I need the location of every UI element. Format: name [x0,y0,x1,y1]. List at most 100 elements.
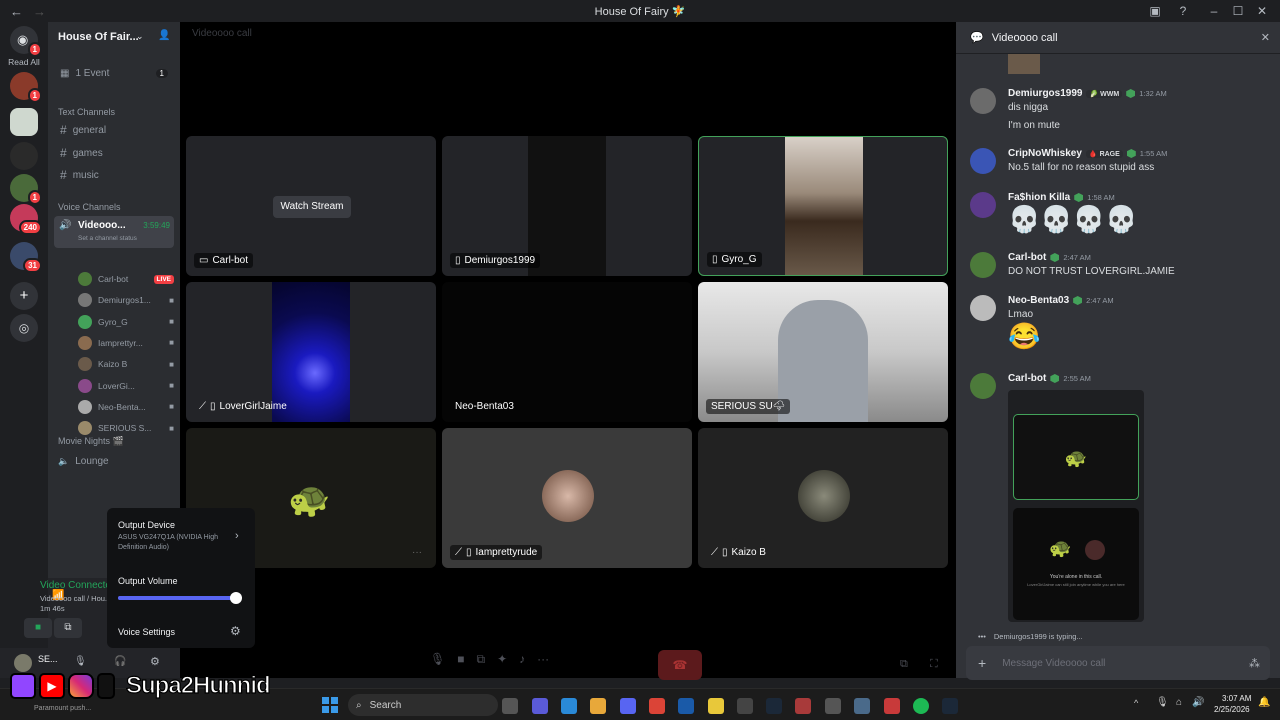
popout-icon[interactable]: ⧉ [900,658,908,671]
voice-category[interactable]: Voice Channels [58,202,121,212]
voice-user[interactable]: Gyro_G ■ [78,313,174,331]
events-item[interactable]: ▦ 1 Event 1 [54,63,174,83]
watch-stream-button[interactable]: Watch Stream [273,196,351,218]
more-icon[interactable]: ··· [537,652,549,667]
mic-icon[interactable]: 🎙 [74,656,87,667]
message-input[interactable]: Message Videoooo call [1002,658,1105,669]
teams-icon[interactable] [532,698,548,714]
avatar[interactable] [970,88,996,114]
volume-slider-handle[interactable] [229,592,242,604]
start-button[interactable] [322,697,338,713]
notification-icon[interactable]: 🔔 [1258,697,1270,708]
activities-icon[interactable]: ✦ [497,652,507,667]
close-window-button[interactable]: ✕ [1250,0,1274,22]
camera-icon[interactable]: ■ [457,652,464,667]
explorer-icon[interactable] [708,698,724,714]
output-device-value[interactable]: ASUS VG247Q1A (NVIDIA High Definition Au… [118,533,228,553]
voice-settings-label[interactable]: Voice Settings [118,627,175,637]
message-author[interactable]: Carl-bot [1008,252,1046,263]
message-author[interactable]: Fa$hion Killa [1008,192,1070,203]
channel-status-hint[interactable]: Set a channel status [78,235,137,242]
guild-tag[interactable]: 🥬 WWM [1086,89,1123,98]
settings-icon[interactable] [854,698,870,714]
video-tile-kaizo[interactable]: ⟋ ▯ Kaizo B [698,428,948,568]
chrome-icon[interactable] [649,698,665,714]
avatar[interactable] [970,192,996,218]
server-icon[interactable]: 31 [10,242,42,273]
voice-channel-active[interactable]: 🔊 Videooo... 3:59:49 Set a channel statu… [54,216,174,248]
taskbar-search[interactable]: ⌕ Search [348,694,498,716]
fullscreen-icon[interactable]: ⛶ [930,658,938,671]
more-icon[interactable]: ··· [412,547,422,558]
minimize-button[interactable]: – [1202,0,1226,22]
chevron-down-icon[interactable]: ⌄ [136,31,144,42]
mic-icon[interactable]: 🎙 [430,652,445,667]
voice-user[interactable]: Demiurgos1... ■ [78,291,174,309]
clock-time[interactable]: 3:07 AM [1222,694,1251,703]
help-icon[interactable]: ? [1176,4,1190,18]
home-button[interactable]: ◉ 1 [10,26,42,57]
discord-taskbar-icon[interactable] [620,698,636,714]
soundboard-icon[interactable]: ♪ [519,652,525,667]
chevron-right-icon[interactable]: › [235,530,239,542]
avatar[interactable] [970,252,996,278]
add-attachment-icon[interactable]: + [978,655,986,671]
photos-icon[interactable] [590,698,606,714]
video-tile-serious[interactable]: SERIOUS SU🌩 [698,282,948,422]
screen-share-icon[interactable]: ⧉ [476,652,485,667]
video-tile-lovergirl[interactable]: ⟋ ▯ LoverGirlJaime [186,282,436,422]
task-view-icon[interactable] [502,698,518,714]
message-author[interactable]: Demiurgos1999 [1008,88,1082,99]
screen-share-button[interactable]: ⧉ [54,618,82,638]
back-icon[interactable]: ← [10,4,23,19]
voice-user[interactable]: Neo-Benta... ■ [78,398,174,416]
avatar[interactable] [970,148,996,174]
video-tile-neo-benta[interactable]: Neo-Benta03 [442,282,692,422]
server-icon[interactable] [10,142,38,170]
forward-icon[interactable]: → [33,4,46,19]
apps-icon[interactable]: ⁂ [1249,657,1260,670]
maximize-button[interactable]: ☐ [1226,0,1250,22]
avatar[interactable] [970,295,996,321]
headphones-icon[interactable]: 🎧 [114,656,126,667]
leave-call-button[interactable]: ☎ [658,650,702,680]
channel-lounge[interactable]: 🔈 Lounge [54,451,174,471]
message-author[interactable]: Neo-Benta03 [1008,295,1069,306]
gear-icon[interactable]: ⚙ [230,624,241,638]
read-all-button[interactable]: Read All [0,57,48,67]
channel-general[interactable]: # general [54,120,174,140]
close-icon[interactable]: ✕ [1261,31,1270,44]
server-icon[interactable]: 240 [10,204,42,235]
server-icon[interactable]: 1 [10,174,42,205]
avatar[interactable] [970,373,996,399]
app-icon[interactable] [825,698,841,714]
avatar[interactable] [14,654,32,672]
call-embed[interactable]: 🐢 🐢 You're alone in this call. LoverGirl… [1008,390,1144,622]
network-icon[interactable]: ⌂ [1176,697,1182,708]
voice-user[interactable]: Iamprettyr... ■ [78,334,174,352]
camera-button[interactable]: ■ [24,618,52,638]
video-tile-carl-bot[interactable]: Watch Stream ▭ Carl-bot [186,136,436,276]
channel-games[interactable]: # games [54,143,174,163]
spotify-icon[interactable] [913,698,929,714]
channel-music[interactable]: # music [54,165,174,185]
steam-icon[interactable] [766,698,782,714]
edge-icon[interactable] [561,698,577,714]
add-member-icon[interactable]: 👤 [158,30,170,41]
video-tile-gyro[interactable]: ▯ Gyro_G [698,136,948,276]
message-composer[interactable]: + Message Videoooo call ⁂ [966,646,1270,680]
movie-category[interactable]: Movie Nights 🎬 [58,436,124,447]
inbox-icon[interactable]: ▣ [1148,4,1162,18]
mic-tray-icon[interactable]: 🎙 [1156,697,1169,708]
server-icon-active[interactable] [10,108,38,136]
store-icon[interactable] [678,698,694,714]
server-icon[interactable]: 1 [10,72,42,103]
volume-icon[interactable]: 🔊 [1192,697,1204,708]
gear-icon[interactable]: ⚙ [150,655,160,668]
voice-status[interactable]: Video Connected [40,580,117,591]
voice-user[interactable]: LoverGi... ■ [78,377,174,395]
volume-track[interactable] [118,592,242,604]
server-name[interactable]: House Of Fair... [58,31,139,43]
image-attachment[interactable] [1008,54,1040,74]
video-tile-iamprettyrude[interactable]: ⟋ ▯ Iamprettyrude [442,428,692,568]
